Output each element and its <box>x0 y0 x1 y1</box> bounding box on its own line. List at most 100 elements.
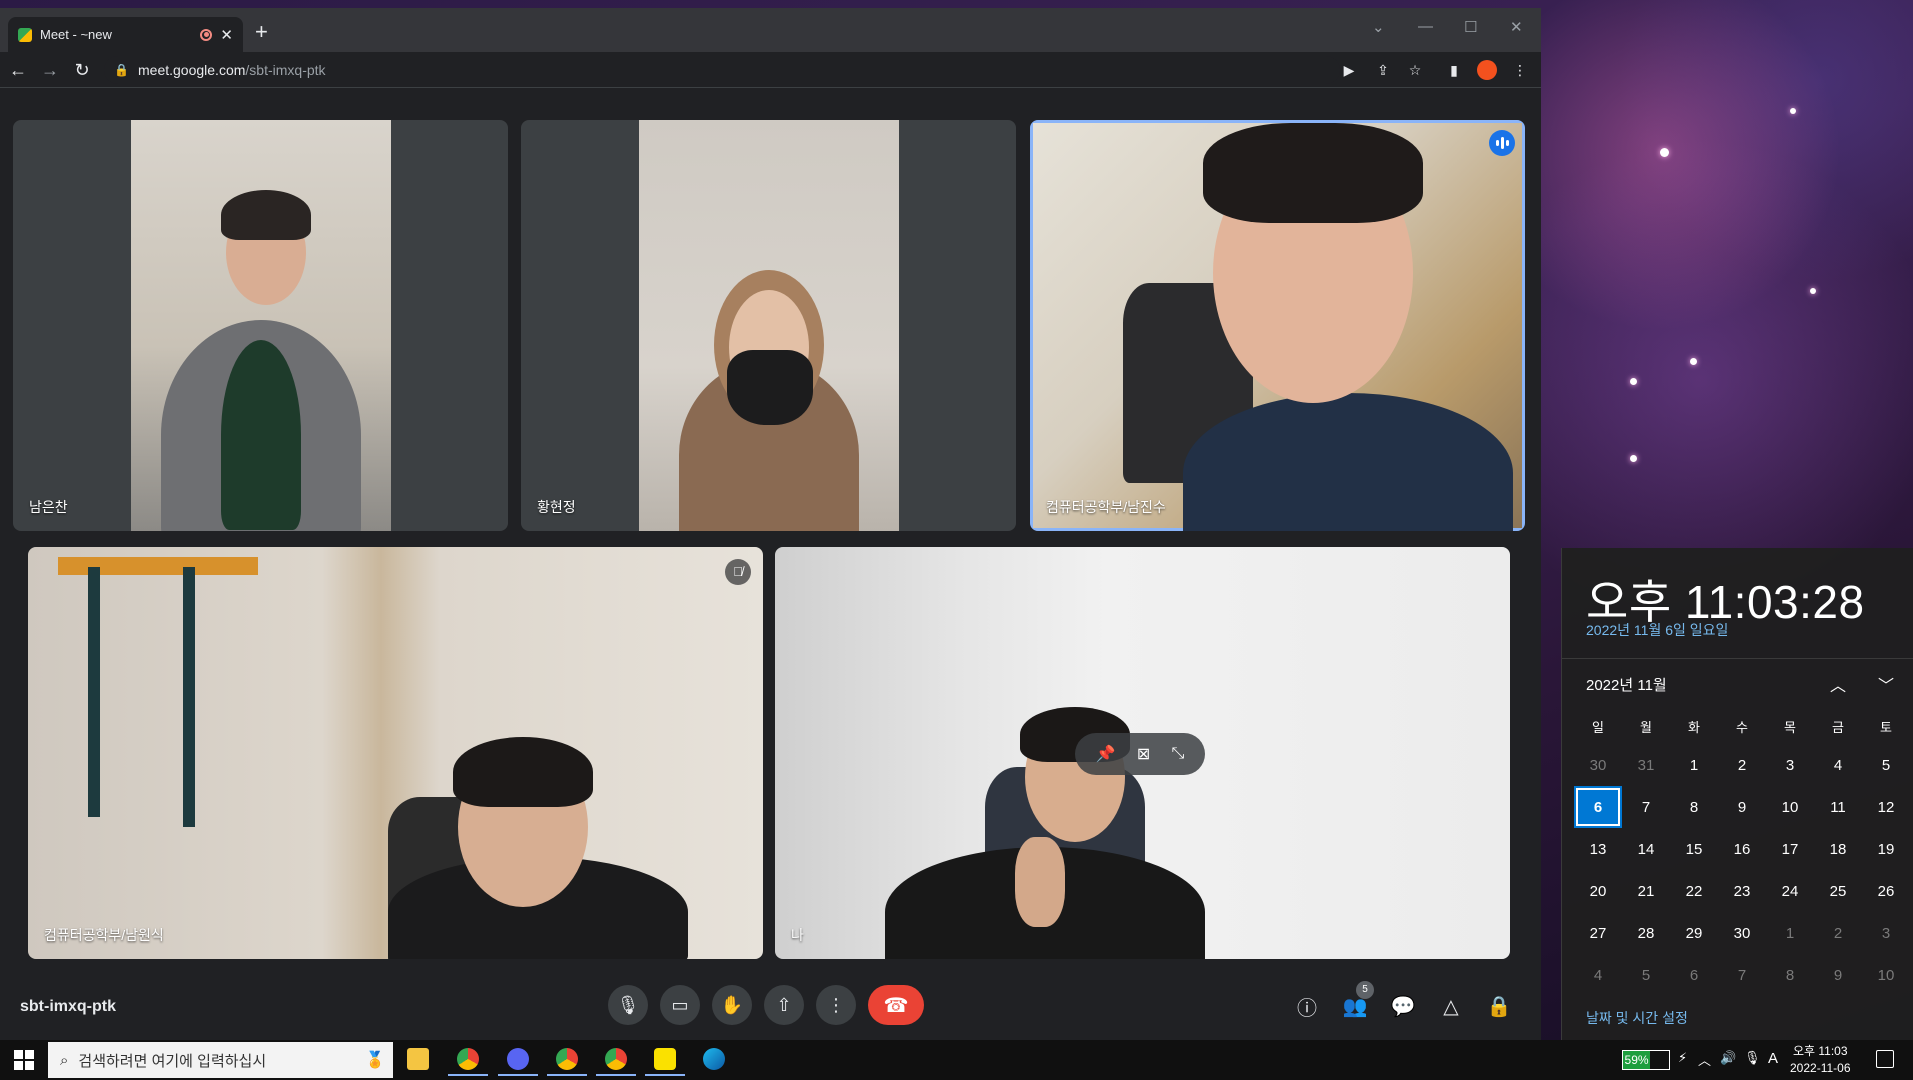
calendar-day[interactable]: 8 <box>1766 954 1814 996</box>
tab-close-icon[interactable]: ✕ <box>220 26 233 44</box>
calendar-day[interactable]: 5 <box>1862 744 1910 786</box>
minimize-button[interactable]: — <box>1418 18 1433 35</box>
participant-tile[interactable]: 남은찬 <box>13 120 508 531</box>
kakaotalk-app[interactable] <box>645 1044 685 1076</box>
participant-tile[interactable]: 황현정 <box>521 120 1016 531</box>
microphone-tray-icon[interactable]: 🎙 <box>1744 1050 1761 1066</box>
discord-app[interactable] <box>498 1044 538 1076</box>
calendar-day[interactable]: 18 <box>1814 828 1862 870</box>
calendar-day[interactable]: 9 <box>1718 786 1766 828</box>
volume-icon[interactable]: 🔊 <box>1720 1050 1736 1066</box>
microphone-button[interactable]: 🎙 <box>608 985 648 1025</box>
calendar-day[interactable]: 10 <box>1862 954 1910 996</box>
calendar-day[interactable]: 26 <box>1862 870 1910 912</box>
calendar-day[interactable]: 12 <box>1862 786 1910 828</box>
participant-video <box>639 120 899 531</box>
back-button[interactable]: ← <box>6 58 30 82</box>
calendar-day[interactable]: 3 <box>1766 744 1814 786</box>
calendar-day[interactable]: 13 <box>1574 828 1622 870</box>
self-view-tile[interactable]: 📌 ⊠ ⤡ 나 <box>775 547 1510 959</box>
calendar-day[interactable]: 21 <box>1622 870 1670 912</box>
calendar-day[interactable]: 14 <box>1622 828 1670 870</box>
previous-month-chevron-up-icon[interactable]: ︿ <box>1830 672 1846 696</box>
calendar-day[interactable]: 22 <box>1670 870 1718 912</box>
calendar-day[interactable]: 8 <box>1670 786 1718 828</box>
calendar-day[interactable]: 29 <box>1670 912 1718 954</box>
notification-center-icon[interactable] <box>1876 1050 1894 1068</box>
minimize-tile-icon[interactable]: ⤡ <box>1172 745 1185 763</box>
calendar-day[interactable]: 10 <box>1766 786 1814 828</box>
participant-tile-active-speaker[interactable]: 컴퓨터공학부/남진수 <box>1030 120 1525 531</box>
battery-indicator[interactable]: 59% <box>1622 1050 1670 1070</box>
calendar-day-today[interactable]: 6 <box>1574 786 1622 828</box>
chrome-app[interactable] <box>448 1044 488 1076</box>
close-window-button[interactable]: ✕ <box>1510 18 1523 36</box>
file-explorer-app[interactable] <box>398 1044 438 1076</box>
calendar-day[interactable]: 23 <box>1718 870 1766 912</box>
calendar-day[interactable]: 15 <box>1670 828 1718 870</box>
camera-button[interactable]: ▭ <box>660 985 700 1025</box>
power-plug-icon[interactable]: ⚡ <box>1678 1050 1687 1066</box>
tab-search-icon[interactable]: ⌄ <box>1372 18 1385 36</box>
profile-avatar[interactable] <box>1477 60 1497 80</box>
calendar-day[interactable]: 1 <box>1670 744 1718 786</box>
calendar-day[interactable]: 17 <box>1766 828 1814 870</box>
calendar-day[interactable]: 30 <box>1574 744 1622 786</box>
maximize-button[interactable]: ☐ <box>1464 18 1477 36</box>
tab-meet[interactable]: Meet - ~new ✕ <box>8 17 243 52</box>
leave-call-button[interactable]: ☎ <box>868 985 924 1025</box>
camera-in-use-icon[interactable]: ▶ <box>1339 60 1359 80</box>
calendar-day[interactable]: 16 <box>1718 828 1766 870</box>
calendar-day[interactable]: 19 <box>1862 828 1910 870</box>
calendar-day[interactable]: 7 <box>1718 954 1766 996</box>
activities-button[interactable]: △ <box>1437 992 1465 1020</box>
participant-tile[interactable]: 🎙̸ 컴퓨터공학부/남원식 <box>28 547 763 959</box>
taskbar-clock[interactable]: 오후 11:03 2022-11-06 <box>1790 1043 1851 1077</box>
taskbar-search-box[interactable]: ⌕ 검색하려면 여기에 입력하십시 🏅 <box>48 1042 393 1078</box>
side-panel-icon[interactable]: ▮ <box>1444 60 1464 80</box>
share-icon[interactable]: ⇪ <box>1373 60 1393 80</box>
calendar-day[interactable]: 20 <box>1574 870 1622 912</box>
raise-hand-button[interactable]: ✋ <box>712 985 752 1025</box>
chrome-app-2[interactable] <box>547 1044 587 1076</box>
calendar-month-label[interactable]: 2022년 11월 <box>1586 674 1667 695</box>
present-button[interactable]: ⇧ <box>764 985 804 1025</box>
calendar-day[interactable]: 27 <box>1574 912 1622 954</box>
calendar-day[interactable]: 2 <box>1814 912 1862 954</box>
calendar-day[interactable]: 2 <box>1718 744 1766 786</box>
start-button[interactable] <box>14 1050 34 1070</box>
calendar-day[interactable]: 28 <box>1622 912 1670 954</box>
calendar-day[interactable]: 31 <box>1622 744 1670 786</box>
calendar-day[interactable]: 25 <box>1814 870 1862 912</box>
pin-icon[interactable]: 📌 <box>1096 744 1116 764</box>
calendar-day[interactable]: 3 <box>1862 912 1910 954</box>
more-menu-icon[interactable]: ⋮ <box>1510 60 1530 80</box>
calendar-day[interactable]: 11 <box>1814 786 1862 828</box>
host-controls-button[interactable]: 🔒 <box>1485 992 1513 1020</box>
more-options-button[interactable]: ⋮ <box>816 985 856 1025</box>
calendar-day[interactable]: 1 <box>1766 912 1814 954</box>
flyout-date-link[interactable]: 2022년 11월 6일 일요일 <box>1586 620 1728 640</box>
calendar-day[interactable]: 5 <box>1622 954 1670 996</box>
calendar-day[interactable]: 9 <box>1814 954 1862 996</box>
bookmark-star-icon[interactable]: ☆ <box>1405 60 1425 80</box>
address-bar[interactable]: 🔒 meet.google.com/sbt-imxq-ptk <box>104 56 1340 84</box>
calendar-day[interactable]: 30 <box>1718 912 1766 954</box>
reload-button[interactable]: ↻ <box>70 58 94 82</box>
new-tab-button[interactable]: + <box>255 21 268 43</box>
calendar-day[interactable]: 4 <box>1574 954 1622 996</box>
meeting-details-button[interactable]: ⓘ <box>1293 992 1321 1020</box>
chrome-app-3[interactable] <box>596 1044 636 1076</box>
remove-from-grid-icon[interactable]: ⊠ <box>1137 744 1150 764</box>
calendar-day[interactable]: 6 <box>1670 954 1718 996</box>
input-method-indicator[interactable]: A <box>1768 1050 1778 1067</box>
calendar-day[interactable]: 24 <box>1766 870 1814 912</box>
next-month-chevron-down-icon[interactable]: ﹀ <box>1878 672 1894 696</box>
show-hidden-icons-chevron-up-icon[interactable]: ︿ <box>1698 1050 1711 1069</box>
calendar-day[interactable]: 4 <box>1814 744 1862 786</box>
chat-button[interactable]: 💬 <box>1389 992 1417 1020</box>
calendar-day[interactable]: 7 <box>1622 786 1670 828</box>
edge-app[interactable] <box>694 1044 734 1076</box>
date-time-settings-link[interactable]: 날짜 및 시간 설정 <box>1586 1008 1688 1028</box>
forward-button[interactable]: → <box>38 58 62 82</box>
